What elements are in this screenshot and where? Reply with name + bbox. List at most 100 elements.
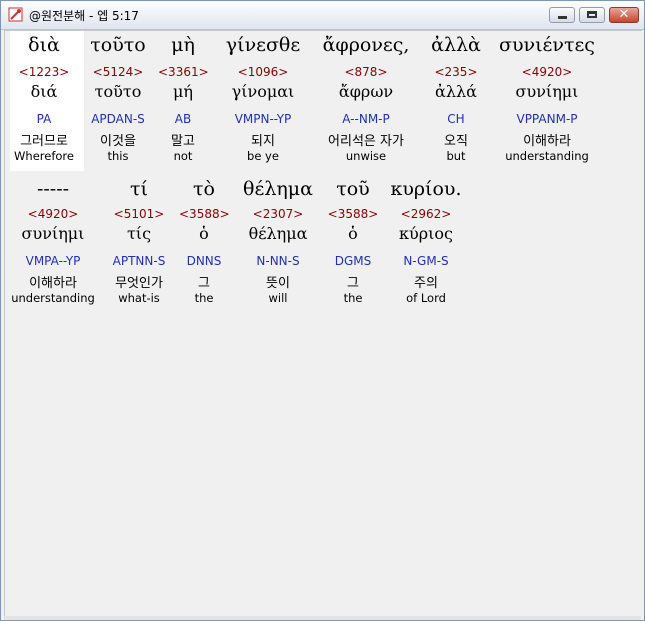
strong-number: <3588>	[179, 207, 230, 221]
app-icon	[8, 7, 23, 22]
lemma: μή	[173, 82, 193, 101]
strong-number: <3361>	[158, 65, 209, 79]
korean-gloss: 이해하라	[29, 276, 77, 291]
word-column[interactable]: ἄφρονες, <878> ἄφρων A--NM-P 어리석은 자가 unw…	[313, 31, 419, 171]
bottom-border	[4, 616, 641, 620]
word-column[interactable]: ----- <4920> συνίημι VMPA--YP 이해하라 under…	[9, 175, 97, 315]
lemma: κύριος	[399, 224, 453, 243]
strong-number: <2962>	[400, 207, 452, 221]
lemma: γίνομαι	[231, 82, 295, 101]
word-column[interactable]: γίνεσθε <1096> γίνομαι VMPN--YP 되지 be ye	[213, 31, 313, 171]
lemma: τοῦτο	[94, 82, 142, 101]
parsing-code: AB	[174, 112, 192, 126]
word-column[interactable]: τὸ <3588> ὁ DNNS 그 the	[179, 175, 230, 315]
parsing-code: APDAN-S	[91, 112, 145, 126]
korean-gloss: 그러므로	[20, 134, 68, 149]
title-bar[interactable]: @원전분해 - 엡 5:17 ✕	[1, 1, 644, 30]
parsing-code: VMPA--YP	[25, 254, 81, 268]
word-column[interactable]: ἀλλὰ <235> ἀλλά CH 오직 but	[421, 31, 491, 171]
greek-word: θέλημα	[243, 178, 313, 200]
greek-word: κυρίου.	[390, 178, 462, 200]
english-gloss: this	[107, 149, 129, 163]
greek-word: τί	[130, 178, 148, 200]
korean-gloss: 어리석은 자가	[328, 134, 404, 149]
interlinear-pane[interactable]: διὰ <1223> διά PA 그러므로 Wherefore τοῦτο <…	[4, 30, 642, 617]
parsing-code: A--NM-P	[342, 112, 390, 126]
greek-word: τοῦτο	[90, 34, 146, 56]
korean-gloss: 뜻이	[266, 276, 290, 291]
lemma: θέλημα	[248, 224, 308, 243]
parsing-code: DNNS	[186, 254, 222, 268]
minimize-icon	[558, 16, 567, 19]
word-column[interactable]: μὴ <3361> μή AB 말고 not	[158, 31, 209, 171]
parsing-code: CH	[447, 112, 465, 126]
english-gloss: but	[446, 149, 466, 163]
english-gloss: the	[194, 291, 214, 305]
greek-word: -----	[36, 178, 70, 200]
close-button[interactable]: ✕	[609, 7, 639, 23]
english-gloss: of Lord	[406, 291, 446, 305]
greek-word: τοῦ	[336, 178, 370, 200]
parsing-code: PA	[36, 112, 52, 126]
strong-number: <878>	[344, 65, 388, 79]
maximize-icon	[587, 11, 597, 18]
close-icon: ✕	[618, 7, 630, 22]
korean-gloss: 되지	[251, 134, 275, 149]
lemma: διά	[30, 82, 58, 101]
english-gloss: understanding	[505, 149, 589, 163]
strong-number: <5101>	[113, 207, 165, 221]
strong-number: <3588>	[327, 207, 379, 221]
strong-number: <1223>	[18, 65, 70, 79]
korean-gloss: 주의	[414, 276, 438, 291]
greek-word: ἄφρονες,	[322, 34, 410, 56]
lemma: συνίημι	[515, 82, 579, 101]
lemma: ὁ	[348, 224, 358, 243]
lemma: τίς	[126, 224, 152, 243]
word-column[interactable]: διὰ <1223> διά PA 그러므로 Wherefore	[5, 31, 83, 171]
strong-number: <1096>	[237, 65, 289, 79]
korean-gloss: 이것을	[100, 134, 136, 149]
parsing-code: DGMS	[334, 254, 372, 268]
greek-word: μὴ	[171, 34, 195, 56]
greek-word: ἀλλὰ	[431, 34, 481, 56]
lemma: ἄφρων	[338, 82, 394, 101]
english-gloss: understanding	[11, 291, 95, 305]
lemma: ἀλλά	[435, 82, 477, 101]
word-column[interactable]: θέλημα <2307> θέλημα N-NN-S 뜻이 will	[235, 175, 321, 315]
window-title: @원전분해 - 엡 5:17	[29, 9, 139, 23]
korean-gloss: 이해하라	[523, 134, 571, 149]
english-gloss: be ye	[247, 149, 279, 163]
parsing-code: N-GM-S	[403, 254, 449, 268]
greek-word: διὰ	[28, 34, 60, 56]
word-column[interactable]: κυρίου. <2962> κύριος N-GM-S 주의 of Lord	[385, 175, 467, 315]
english-gloss: not	[173, 149, 193, 163]
parsing-code: VMPN--YP	[234, 112, 292, 126]
word-column[interactable]: τοῦτο <5124> τοῦτο APDAN-S 이것을 this	[83, 31, 153, 171]
english-gloss: unwise	[345, 149, 387, 163]
english-gloss: what-is	[118, 291, 160, 305]
word-column[interactable]: τοῦ <3588> ὁ DGMS 그 the	[327, 175, 379, 315]
korean-gloss: 말고	[171, 134, 195, 149]
english-gloss: the	[343, 291, 363, 305]
minimize-button[interactable]	[549, 7, 575, 23]
parsing-code: APTNN-S	[112, 254, 166, 268]
korean-gloss: 오직	[444, 134, 468, 149]
strong-number: <2307>	[252, 207, 304, 221]
word-column[interactable]: συνιέντες <4920> συνίημι VPPANM-P 이해하라 u…	[494, 31, 600, 171]
maximize-button[interactable]	[579, 7, 605, 23]
lemma: ὁ	[199, 224, 209, 243]
english-gloss: will	[268, 291, 288, 305]
parsing-code: N-NN-S	[256, 254, 300, 268]
parsing-code: VPPANM-P	[516, 112, 578, 126]
greek-word: τὸ	[193, 178, 215, 200]
greek-word: συνιέντες	[499, 34, 595, 56]
lemma: συνίημι	[21, 224, 85, 243]
word-column[interactable]: τί <5101> τίς APTNN-S 무엇인가 what-is	[103, 175, 175, 315]
korean-gloss: 그	[347, 276, 359, 291]
greek-word: γίνεσθε	[225, 34, 301, 56]
strong-number: <4920>	[27, 207, 79, 221]
app-window: @원전분해 - 엡 5:17 ✕ διὰ <1223> διά PA 그러므로 …	[0, 0, 645, 621]
korean-gloss: 그	[198, 276, 210, 291]
english-gloss: Wherefore	[14, 149, 74, 163]
strong-number: <235>	[434, 65, 478, 79]
